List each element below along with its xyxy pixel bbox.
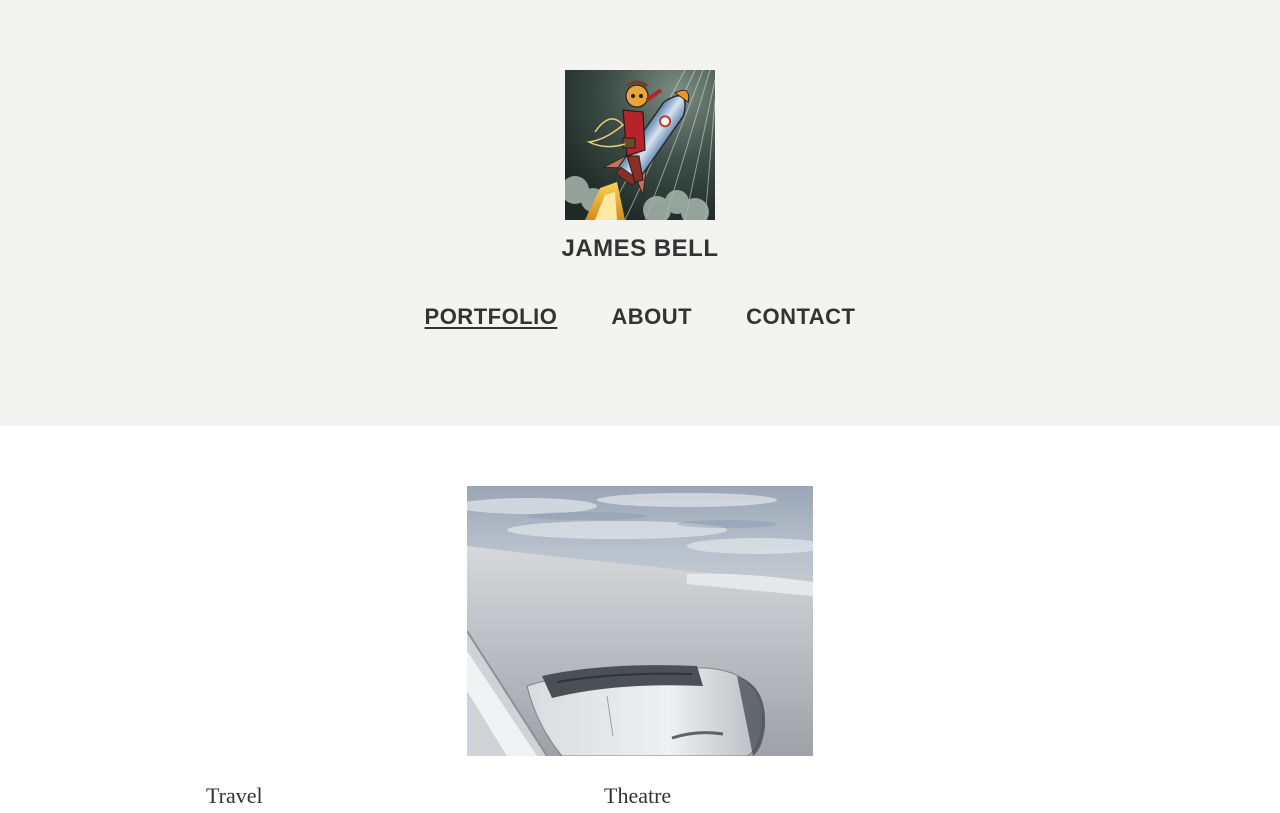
nav-item-about[interactable]: ABOUT (611, 302, 692, 332)
avatar[interactable] (565, 70, 715, 220)
site-title[interactable]: JAMES BELL (0, 233, 1280, 265)
rocket-avatar-image (565, 70, 715, 220)
nav-item-portfolio[interactable]: PORTFOLIO (425, 302, 558, 332)
gallery-labels: Travel Theatre (0, 783, 1280, 813)
airplane-wing-photo (467, 486, 813, 756)
gallery-label-theatre[interactable]: Theatre (604, 783, 671, 809)
nav-item-contact[interactable]: CONTACT (746, 302, 855, 332)
hero-photo[interactable] (467, 486, 813, 756)
gallery-label-travel[interactable]: Travel (206, 783, 263, 809)
site-header: JAMES BELL PORTFOLIO ABOUT CONTACT (0, 0, 1280, 426)
main-nav: PORTFOLIO ABOUT CONTACT (0, 302, 1280, 332)
